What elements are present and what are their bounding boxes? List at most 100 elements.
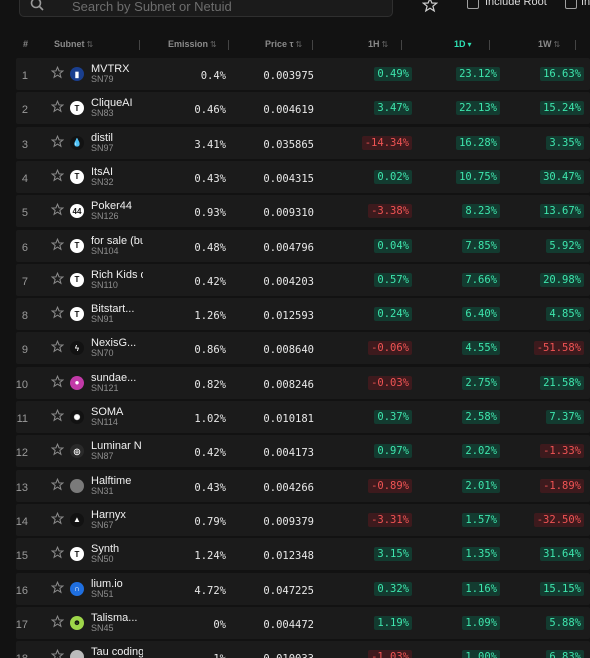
table-row[interactable]: 10 ● sundae... SN121 0.82% 0.008246 -0.0… <box>16 366 590 399</box>
change-1d: 23.12% <box>456 67 500 81</box>
sort-icon: ⇅ <box>381 40 389 49</box>
droplet-logo: 💧 <box>70 135 84 150</box>
favorite-star-icon[interactable] <box>51 649 64 658</box>
table-row[interactable]: 4 T ItsAI SN32 0.43% 0.004315 0.02% 10.7… <box>16 160 590 193</box>
favorites-star-icon[interactable] <box>422 0 438 13</box>
favorite-star-icon[interactable] <box>51 477 64 491</box>
col-1h-label: 1H <box>368 39 380 49</box>
change-1h: 0.97% <box>374 444 412 459</box>
subnet-netuid: SN114 <box>91 417 118 427</box>
favorite-star-icon[interactable] <box>51 511 64 525</box>
table-row[interactable]: 17 ☻ Talisma... SN45 0% 0.004472 1.19% 1… <box>16 606 590 639</box>
favorite-star-icon[interactable] <box>51 134 64 148</box>
subnet-netuid: SN31 <box>91 485 114 496</box>
sort-icon: ⇅ <box>295 40 303 49</box>
emission-value: 0.79% <box>194 515 226 528</box>
change-1d: 10.75% <box>456 169 500 184</box>
nexis-logo: ϟ <box>70 341 84 356</box>
favorite-star-icon[interactable] <box>51 409 64 422</box>
favorite-star-icon[interactable] <box>51 100 64 113</box>
favorite-star-icon[interactable] <box>51 306 64 319</box>
col-rank-header: # <box>23 39 29 49</box>
subnet-netuid: SN67 <box>91 519 114 530</box>
price-value: 0.004203 <box>263 275 314 288</box>
subnet-netuid: SN70 <box>91 348 114 359</box>
favorite-star-icon[interactable] <box>51 580 64 594</box>
table-row[interactable]: 12 ◎ Luminar N SN87 0.42% 0.004173 0.97%… <box>16 435 590 468</box>
favorite-star-icon[interactable] <box>51 271 64 285</box>
search-input[interactable]: Search by Subnet or Netuid <box>19 0 393 17</box>
table-row[interactable]: 5 44 Poker44 SN126 0.93% 0.009310 -3.38%… <box>16 195 590 228</box>
change-1h: -0.03% <box>368 375 412 390</box>
emission-value: 0.46% <box>194 104 226 117</box>
price-value: 0.004796 <box>263 241 314 254</box>
table-row[interactable]: 7 T Rich Kids o SN110 0.42% 0.004203 0.5… <box>16 263 590 296</box>
table-row[interactable]: 2 T CliqueAI SN83 0.46% 0.004619 3.47% 2… <box>16 92 590 125</box>
table-row[interactable]: 6 T for sale (bu SN104 0.48% 0.004796 0.… <box>16 229 590 262</box>
change-1w: 5.88% <box>546 615 584 630</box>
favorite-star-icon[interactable] <box>51 340 64 353</box>
price-value: 0.004315 <box>263 172 314 185</box>
table-row[interactable]: 13 Halftime SN31 0.43% 0.004266 -0.89% 2… <box>15 469 590 502</box>
emission-value: 4.72% <box>194 584 226 597</box>
luminar-logo: ◎ <box>70 444 84 459</box>
price-value: 0.009310 <box>263 207 314 220</box>
table-row[interactable]: 8 T Bitstart... SN91 1.26% 0.012593 0.24… <box>16 298 590 331</box>
include-other-checkbox[interactable] <box>565 0 577 9</box>
favorite-star-icon[interactable] <box>51 66 64 79</box>
change-1h: 0.57% <box>374 272 412 287</box>
row-rank: 1 <box>21 70 28 82</box>
subnet-name[interactable]: Tau coding <box>91 646 143 658</box>
table-row[interactable]: 16 ∩ lium.io SN51 4.72% 0.047225 0.32% 1… <box>16 572 590 605</box>
favorite-star-icon[interactable] <box>51 614 64 628</box>
change-1d: 7.85% <box>462 238 500 253</box>
emission-value: 0% <box>213 618 226 631</box>
subnet-netuid: SN87 <box>91 451 114 462</box>
change-1w: 20.98% <box>540 272 584 287</box>
favorite-star-icon[interactable] <box>51 374 64 388</box>
col-1w-header[interactable]: 1W ⇅ <box>538 39 560 49</box>
change-1d: 2.75% <box>462 375 500 390</box>
table-row[interactable]: 11 ✺ SOMA SN114 1.02% 0.010181 0.37% 2.5… <box>16 401 590 433</box>
table-row[interactable]: 14 ▲ Harnyx SN67 0.79% 0.009379 -3.31% 1… <box>16 503 590 536</box>
emission-value: 1.02% <box>194 413 226 425</box>
table-row[interactable]: 18 Tau coding 1% 0.010033 -1.03% 1.00% 6… <box>16 641 590 658</box>
change-1w: 16.63% <box>540 67 584 81</box>
favorite-star-icon[interactable] <box>51 443 64 456</box>
col-subnet-header[interactable]: Subnet ⇅ <box>54 39 93 49</box>
row-rank: 13 <box>15 481 28 494</box>
favorite-star-icon[interactable] <box>51 546 64 559</box>
subnets-table-view: Search by Subnet or Netuid Include Root … <box>0 0 590 658</box>
change-1h: 3.47% <box>374 101 412 116</box>
favorite-star-icon[interactable] <box>51 237 64 251</box>
change-1w: 7.37% <box>546 410 584 424</box>
col-1d-header[interactable]: 1D ▾ <box>454 39 472 49</box>
row-rank: 2 <box>21 104 28 117</box>
change-1h: -0.89% <box>368 478 412 493</box>
change-1h: 0.04% <box>374 238 412 253</box>
change-1d: 1.00% <box>462 650 500 658</box>
change-1w: 3.35% <box>546 135 584 150</box>
change-1d: 2.02% <box>462 444 500 459</box>
tao-logo: T <box>70 547 84 562</box>
sort-icon: ⇅ <box>86 40 94 49</box>
favorite-star-icon[interactable] <box>51 203 64 216</box>
sort-icon: ⇅ <box>210 40 217 49</box>
table-row[interactable]: 9 ϟ NexisG... SN70 0.86% 0.008640 -0.06%… <box>16 332 590 365</box>
col-1h-header[interactable]: 1H ⇅ <box>368 39 388 49</box>
col-price-header[interactable]: Price τ ⇅ <box>265 39 302 49</box>
column-divider <box>312 40 313 50</box>
price-value: 0.004173 <box>263 447 314 460</box>
table-row[interactable]: 3 💧 distil SN97 3.41% 0.035865 -14.34% 1… <box>16 126 590 159</box>
col-emission-header[interactable]: Emission ⇅ <box>168 39 217 49</box>
row-rank: 11 <box>16 413 28 425</box>
table-row[interactable]: 1 ▮ MVTRX SN79 0.4% 0.003975 0.49% 23.12… <box>16 58 590 90</box>
include-root-checkbox[interactable] <box>467 0 479 9</box>
row-rank: 8 <box>21 310 28 323</box>
favorite-star-icon[interactable] <box>51 168 64 182</box>
table-row[interactable]: 15 T Synth SN50 1.24% 0.012348 3.15% 1.3… <box>16 538 590 571</box>
change-1h: 3.15% <box>374 547 412 562</box>
change-1w: 31.64% <box>540 547 584 562</box>
emission-value: 0.43% <box>194 481 226 494</box>
change-1w: -32.50% <box>533 512 584 527</box>
